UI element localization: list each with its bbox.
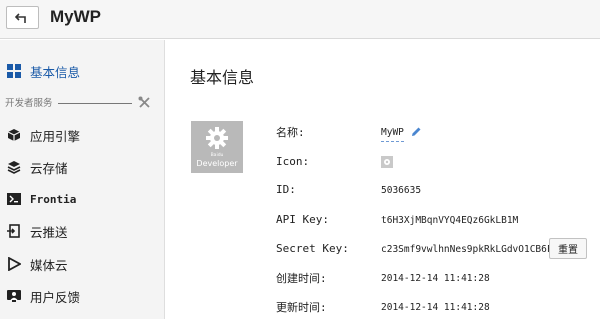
sidebar-item-label: 媒体云	[30, 257, 68, 273]
terminal-icon	[6, 191, 22, 207]
sidebar-item-basic-info[interactable]: 基本信息	[0, 59, 165, 83]
field-label-name: 名称:	[276, 126, 305, 139]
app-icon-caption-small: Baidu	[210, 153, 224, 158]
sidebar-item-user-feedback[interactable]: 用户反馈	[0, 284, 165, 308]
app-title: MyWP	[50, 7, 101, 26]
updated-time-value: 2014-12-14 11:41:28	[381, 302, 490, 313]
app-id-value: 5036635	[381, 185, 422, 196]
edit-pencil-icon[interactable]	[410, 126, 422, 138]
sidebar-item-label: 云推送	[30, 224, 68, 240]
sidebar-item-label: 用户反馈	[30, 289, 81, 305]
section-label: 开发者服务	[5, 98, 53, 109]
app-icon-image: Baidu Developer	[191, 121, 243, 173]
sidebar-item-frontia[interactable]: Frontia	[0, 187, 165, 211]
layers-icon	[6, 159, 22, 175]
cube-icon	[6, 127, 22, 143]
push-icon	[6, 223, 22, 239]
field-label-secret-key: Secret Key:	[276, 242, 349, 255]
wrench-icon[interactable]	[138, 96, 151, 109]
field-label-id: ID:	[276, 183, 296, 196]
sidebar-item-cloud-storage[interactable]: 云存储	[0, 155, 165, 179]
gear-icon	[384, 159, 390, 165]
secret-key-value: c23Smf9vwlhnNes9pkRkLGdvO1CB6FOU	[381, 244, 565, 255]
back-button[interactable]	[6, 6, 39, 29]
back-arrow-icon	[14, 12, 26, 23]
page-title: 基本信息	[190, 68, 255, 87]
sidebar-item-label: Frontia	[30, 192, 77, 206]
sidebar-item-app-engine[interactable]: 应用引擎	[0, 123, 165, 147]
grid-icon	[6, 63, 22, 79]
top-bar: MyWP	[0, 0, 600, 39]
app-icon-thumbnail	[381, 156, 393, 168]
sidebar: 基本信息 开发者服务 应用引擎 云存储 Frontia 云推送 媒体云 用户反馈	[0, 40, 165, 319]
section-divider	[58, 103, 132, 104]
sidebar-item-label: 云存储	[30, 160, 68, 176]
sidebar-item-media-cloud[interactable]: 媒体云	[0, 252, 165, 276]
sidebar-item-label: 基本信息	[30, 64, 81, 80]
field-label-icon: Icon:	[276, 155, 310, 168]
field-label-api-key: API Key:	[276, 213, 329, 226]
app-name-value[interactable]: MyWP	[381, 127, 404, 142]
feedback-icon	[6, 288, 22, 304]
field-label-created-time: 创建时间:	[276, 272, 327, 285]
app-icon-caption: Developer	[196, 159, 238, 168]
reset-secret-button[interactable]: 重置	[549, 238, 587, 259]
sidebar-item-label: 应用引擎	[30, 128, 81, 144]
play-icon	[6, 256, 22, 272]
created-time-value: 2014-12-14 11:41:28	[381, 273, 490, 284]
field-label-updated-time: 更新时间:	[276, 301, 327, 314]
gear-icon	[206, 127, 228, 149]
sidebar-item-cloud-push[interactable]: 云推送	[0, 219, 165, 243]
api-key-value: t6H3XjMBqnVYQ4EQz6GkLB1M	[381, 215, 519, 226]
